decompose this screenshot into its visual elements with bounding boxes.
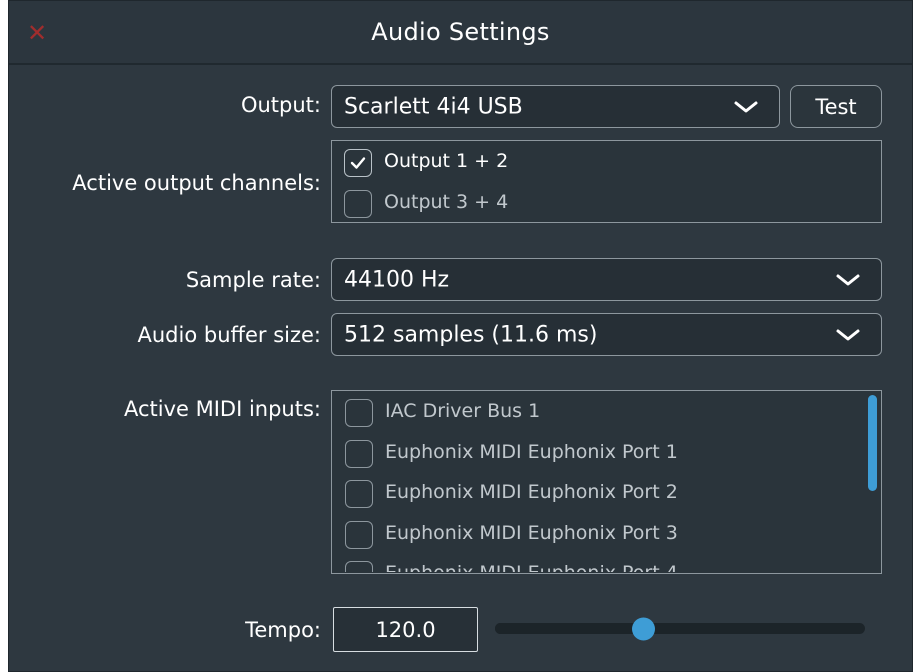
checkbox-unchecked[interactable] (345, 561, 373, 572)
tempo-input[interactable]: 120.0 (333, 607, 478, 652)
title-bar: ✕ Audio Settings (9, 1, 912, 65)
output-dropdown[interactable]: Scarlett 4i4 USB (331, 85, 780, 128)
audio-settings-window: ✕ Audio Settings Output: Scarlett 4i4 US… (8, 0, 913, 672)
checkbox-unchecked[interactable] (345, 439, 373, 468)
output-value: Scarlett 4i4 USB (344, 94, 523, 119)
active-output-channels-label: Active output channels: (72, 171, 321, 195)
output-channels-list: Output 1 + 2 Output 3 + 4 (331, 140, 882, 223)
chevron-down-icon (734, 101, 758, 112)
checkbox-unchecked[interactable] (345, 520, 373, 549)
tempo-label: Tempo: (245, 618, 321, 642)
output-label: Output: (240, 93, 321, 117)
chevron-down-icon (836, 329, 860, 340)
checkbox-label: IAC Driver Bus 1 (385, 400, 541, 422)
active-midi-inputs-label: Active MIDI inputs: (123, 397, 321, 421)
window-title: Audio Settings (371, 18, 550, 46)
checkmark-icon (350, 157, 366, 169)
test-button-label: Test (815, 94, 857, 119)
midi-scrollbar[interactable] (868, 395, 877, 491)
checkbox-label: Euphonix MIDI Euphonix Port 4 (385, 562, 678, 572)
tempo-slider[interactable] (495, 617, 865, 640)
checkbox-unchecked[interactable] (345, 480, 373, 508)
sample-rate-label: Sample rate: (185, 268, 321, 292)
test-button[interactable]: Test (790, 85, 882, 128)
checkbox-label: Euphonix MIDI Euphonix Port 3 (385, 521, 678, 544)
checkbox-label: Output 3 + 4 (384, 191, 509, 213)
sample-rate-value: 44100 Hz (344, 267, 450, 292)
checkbox-label: Euphonix MIDI Euphonix Port 2 (385, 481, 678, 503)
checkbox-label: Output 1 + 2 (384, 150, 509, 172)
sample-rate-dropdown[interactable]: 44100 Hz (331, 258, 882, 301)
midi-inputs-viewport: IAC Driver Bus 1 Euphonix MIDI Euphonix P… (333, 392, 880, 572)
tempo-value: 120.0 (375, 617, 436, 642)
checkbox-checked[interactable] (344, 149, 372, 177)
chevron-down-icon (836, 274, 860, 285)
checkbox-unchecked[interactable] (344, 190, 372, 218)
checkbox-unchecked[interactable] (345, 399, 373, 427)
tempo-slider-thumb[interactable] (632, 617, 655, 640)
checkbox-label: Euphonix MIDI Euphonix Port 1 (385, 440, 678, 463)
buffer-size-dropdown[interactable]: 512 samples (11.6 ms) (331, 313, 882, 356)
audio-buffer-size-label: Audio buffer size: (137, 323, 322, 347)
tempo-slider-fill (495, 623, 643, 634)
midi-inputs-list[interactable]: IAC Driver Bus 1 Euphonix MIDI Euphonix P… (331, 390, 882, 574)
buffer-size-value: 512 samples (11.6 ms) (344, 322, 598, 347)
